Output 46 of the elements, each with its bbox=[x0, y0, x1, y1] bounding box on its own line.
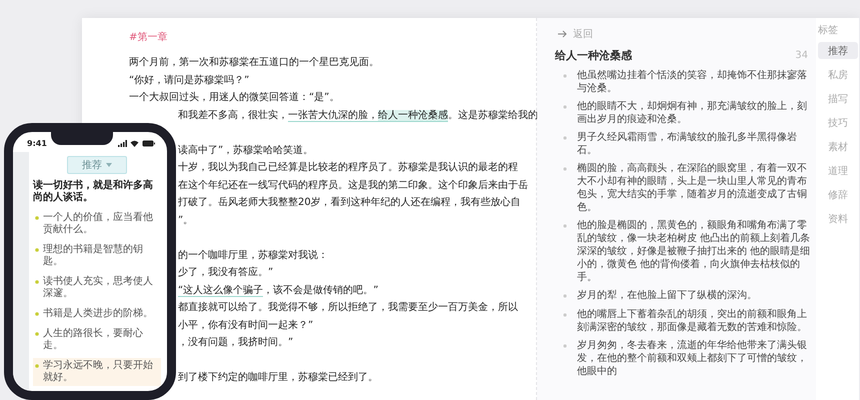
notes-title: 给人一种沧桑感 bbox=[555, 48, 632, 63]
note-text: 岁月的犁，在他脸上留下了纵横的深沟。 bbox=[577, 289, 758, 303]
quote-heading: 读一切好书，就是和许多高尚的人谈话。 bbox=[33, 180, 154, 204]
note-text: 他的脸是椭圆的，黑黄色的，额眼角和嘴角布满了零乱的皱纹，像一块老柏树皮 他凸出的前额上刻着几条深深的皱纹，好像是被鞭子抽打出来的 他的眼睛是细小的，微黄色 他的背佝偻着，向火旗伸去枯枝似的手。 bbox=[577, 219, 812, 284]
text-line: 十岁，我以为我自己已经算是比较老的程序员了。苏穆棠是我认识的最老的程 bbox=[178, 160, 518, 175]
note-text: 他虽然嘴边挂着个恬淡的笑容，却掩饰不住那抹寥落与沧桑。 bbox=[577, 69, 808, 95]
note-text: 他的嘴唇上下蓄着杂乱的胡须，突出的前额和眼角上刻满深密的皱纹，那面像是藏着无数的苦难和惊险。 bbox=[577, 308, 808, 334]
text-line: “这人这么像个骗子，该不会是做传销的吧。” bbox=[178, 284, 378, 298]
note-count: 34 bbox=[795, 50, 808, 61]
text-line: 和我差不多高，很壮实，一张苦大仇深的脸，给人一种沧桑感。这是苏穆棠给我的 bbox=[178, 108, 538, 124]
text-line: 少了，我没有答应。” bbox=[178, 266, 274, 280]
text-line: 打破了。岳风老师大我整整20岁，看到这种年纪的人还在编程，我有些放心自 bbox=[178, 196, 521, 210]
back-link[interactable]: 返回 bbox=[555, 26, 595, 42]
quote-item[interactable]: 书籍是人类进步的阶梯。 bbox=[33, 306, 161, 322]
tag-item[interactable]: 素材 bbox=[818, 138, 858, 155]
text-line: 都直接就可以给了。我觉得不够，所以拒绝了，我需要至少一百万美金，所以 bbox=[178, 300, 518, 315]
tag-item[interactable]: 修辞 bbox=[818, 186, 858, 203]
tag-item[interactable]: 描写 bbox=[818, 90, 858, 107]
text-line: 一个大叔回过头，用迷人的微笑回答道：“是”。 bbox=[129, 90, 340, 105]
tag-item[interactable]: 资料 bbox=[818, 210, 858, 227]
tag-item[interactable]: 私房 bbox=[818, 66, 858, 83]
text-line: 在这个年纪还在一线写代码的程序员。这是我的第二印象。这个印象后来由于岳 bbox=[178, 178, 528, 192]
tag-item[interactable]: 推荐 bbox=[818, 42, 858, 59]
status-time: 9:41 bbox=[27, 138, 47, 148]
chapter-heading: #第一章 bbox=[129, 30, 168, 44]
quote-item[interactable]: 一个人的价值，应当看他贡献什么。 bbox=[33, 210, 161, 238]
quote-item[interactable]: 人生的路很长，要耐心走。 bbox=[33, 326, 161, 354]
note-text: 椭圆的脸，高高颧头，在深陷的眼窝里，有着一双不大不小却有神的眼睛，头上是一块山里人常见的青布包头，宽大结实的手掌，随着岁月的流逝变成了古铜色。 bbox=[577, 162, 808, 214]
text-line: 的一个咖啡厅里，苏穆棠对我说： bbox=[178, 248, 328, 262]
quote-item[interactable]: 理想的书籍是智慧的钥匙。 bbox=[33, 242, 161, 270]
text-line: ”。 bbox=[178, 214, 194, 228]
text-line: ，没有问题，我挤时间。” bbox=[178, 336, 294, 350]
note-text: 岁月匆匆，冬去春来，流逝的年华给他带来了满头银发，在他的整个前额和双颊上都刻下了可憎的皱纹，他眼中的 bbox=[577, 339, 808, 378]
quote-item[interactable]: 读书使人充实，思考使人深邃。 bbox=[33, 274, 161, 302]
tag-item[interactable]: 道理 bbox=[818, 162, 858, 179]
tags-title: 标签 bbox=[818, 24, 838, 37]
text-line: “你好，请问是苏穆棠吗？” bbox=[129, 74, 250, 88]
text-line: 到了楼下约定的咖啡厅里，苏穆棠已经到了。 bbox=[178, 370, 378, 385]
note-text: 男子久经风霜雨雪，布满皱纹的脸孔多半黑得像岩石。 bbox=[577, 131, 798, 157]
tag-item[interactable]: 技巧 bbox=[818, 114, 858, 131]
text-line: 读高中了”，苏穆棠哈哈笑道。 bbox=[178, 144, 314, 158]
text-line: 小平，你有没有时间一起来？” bbox=[178, 318, 314, 332]
note-text: 他的眼睛不大，却炯炯有神，那充满皱纹的脸上，刻画出岁月的痕迹和沧桑。 bbox=[577, 100, 808, 126]
highlighted-item[interactable]: 学习永远不晚，只要开始就好。 bbox=[33, 358, 161, 386]
text-line: 两个月前，第一次和苏穆棠在五道口的一个星巴克见面。 bbox=[129, 56, 379, 70]
tag-selector[interactable]: 推荐 bbox=[67, 156, 127, 174]
